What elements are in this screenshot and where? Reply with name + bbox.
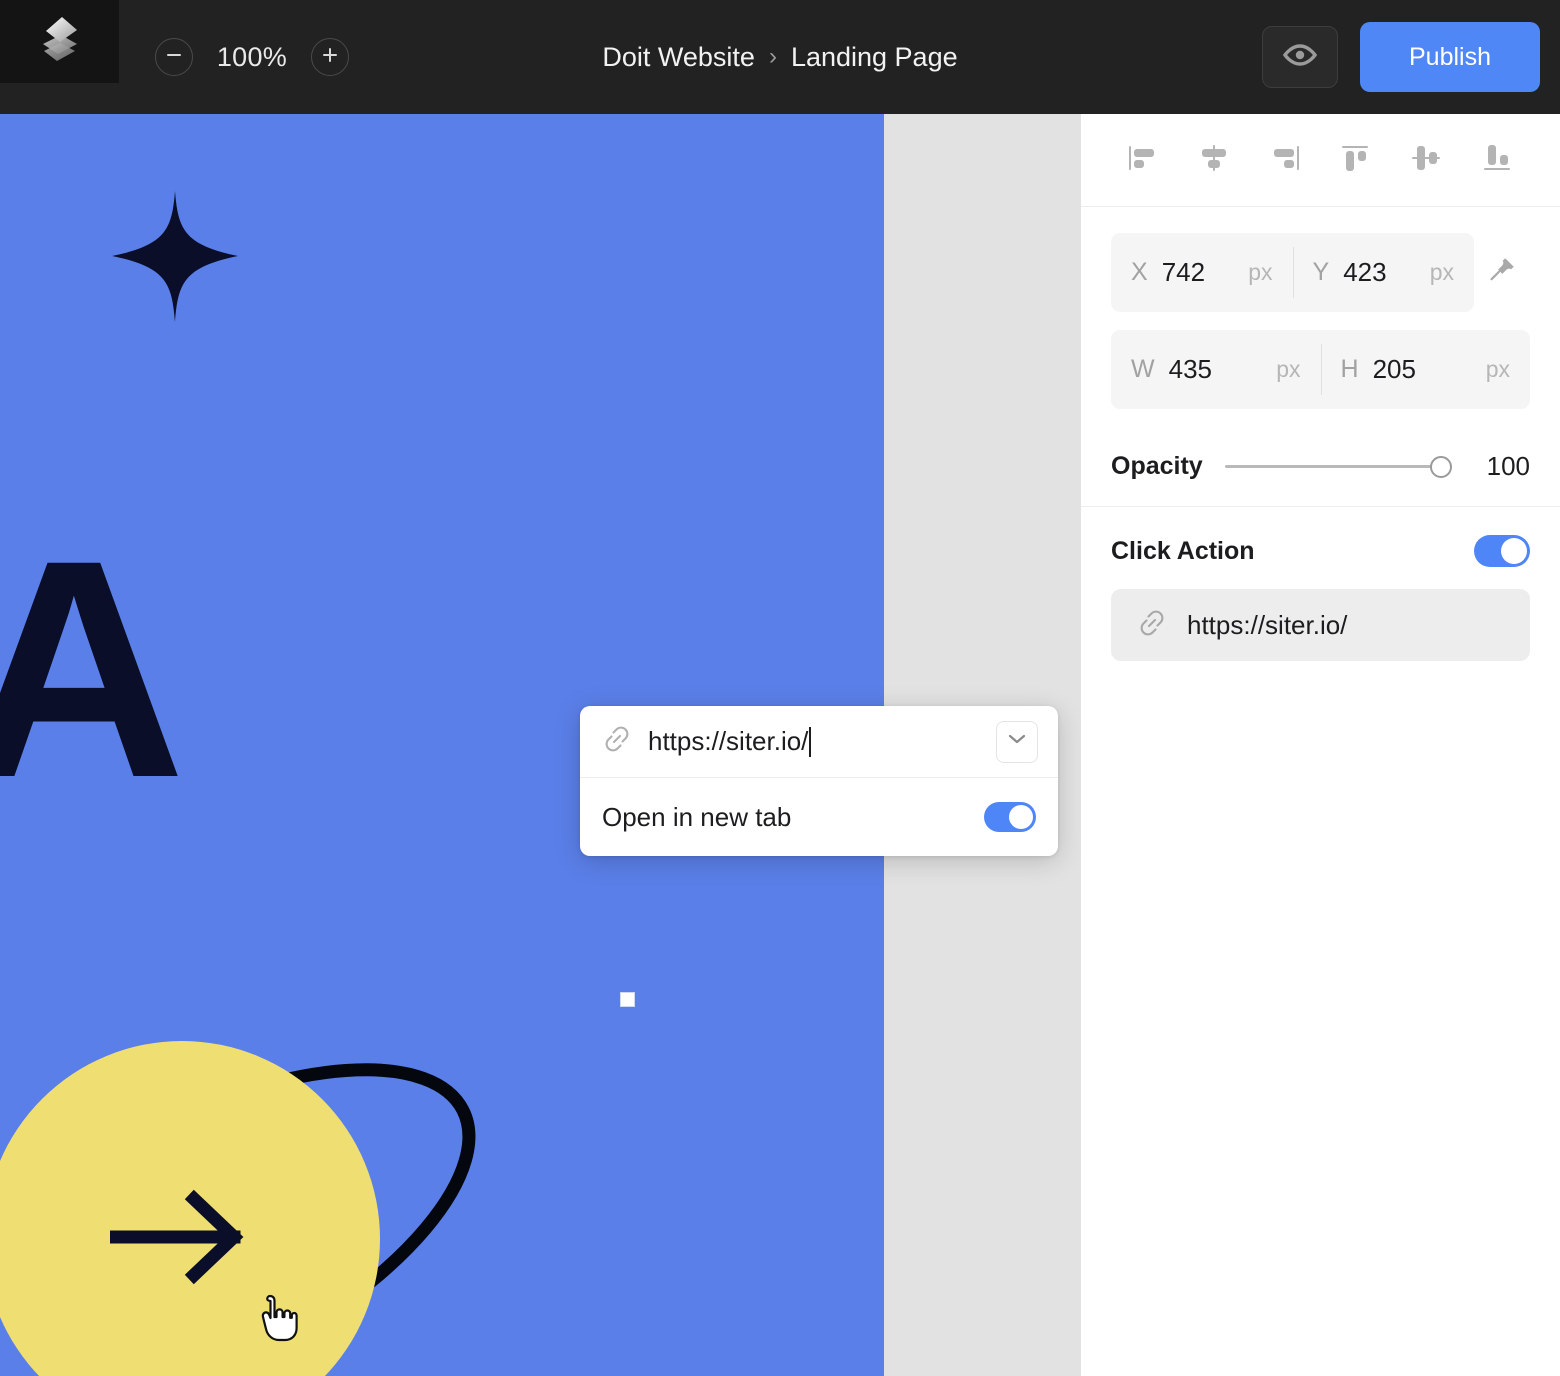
h-value: 205	[1372, 354, 1416, 384]
opacity-label: Opacity	[1111, 452, 1203, 480]
link-url-row: https://siter.io/	[580, 706, 1058, 778]
slider-thumb[interactable]	[1430, 455, 1452, 478]
click-action-section: Click Action https://siter.io/	[1081, 507, 1560, 661]
y-value: 423	[1343, 257, 1387, 287]
align-bottom-button[interactable]	[1463, 131, 1534, 189]
layers-stack-icon	[37, 13, 83, 70]
zoom-in-button[interactable]	[311, 38, 349, 76]
align-bottom-icon	[1481, 143, 1515, 178]
open-in-new-tab-toggle[interactable]	[984, 802, 1036, 832]
link-chain-icon	[602, 724, 632, 759]
opacity-slider[interactable]	[1224, 455, 1452, 478]
siter-editor-window: 100% Doit Website › Landing Page Publish…	[0, 0, 1560, 1376]
open-in-new-tab-row: Open in new tab	[580, 778, 1058, 856]
click-action-title: Click Action	[1111, 536, 1255, 565]
x-unit: px	[1248, 259, 1273, 285]
link-url-input[interactable]: https://siter.io/	[648, 726, 980, 757]
slider-track	[1224, 465, 1452, 468]
align-right-button[interactable]	[1249, 131, 1320, 189]
height-input[interactable]: H 205 px	[1320, 330, 1531, 409]
eye-icon	[1282, 43, 1318, 72]
pointing-hand-cursor-icon	[258, 1292, 298, 1349]
align-top-button[interactable]	[1321, 131, 1392, 189]
click-action-url-text: https://siter.io/	[1187, 609, 1348, 640]
x-label: X	[1131, 258, 1148, 286]
breadcrumb-page[interactable]: Landing Page	[791, 42, 958, 73]
properties-panel: X 742 px Y 423 px W 435 px H 205 px Opac…	[1081, 114, 1560, 1376]
x-value: 742	[1161, 257, 1206, 287]
topbar-actions: Publish	[1262, 0, 1540, 114]
geometry-fields: X 742 px Y 423 px W 435 px H 205 px	[1081, 207, 1560, 409]
h-unit: px	[1485, 356, 1510, 382]
preview-button[interactable]	[1262, 26, 1338, 88]
size-fields: W 435 px H 205 px	[1111, 330, 1530, 409]
align-right-icon	[1268, 143, 1302, 178]
artboard-letter-a[interactable]: A	[0, 514, 186, 824]
align-vertical-center-icon	[1410, 143, 1444, 178]
publish-button[interactable]: Publish	[1360, 22, 1540, 92]
y-label: Y	[1312, 258, 1330, 286]
open-in-new-tab-label: Open in new tab	[602, 801, 792, 832]
opacity-value[interactable]: 100	[1474, 451, 1530, 482]
breadcrumb-site[interactable]: Doit Website	[602, 42, 755, 73]
x-position-input[interactable]: X 742 px	[1111, 233, 1293, 312]
align-horizontal-center-button[interactable]	[1178, 131, 1249, 189]
link-chain-icon	[1137, 608, 1167, 643]
arrow-right-icon	[109, 1187, 250, 1292]
y-position-input[interactable]: Y 423 px	[1292, 233, 1475, 312]
align-left-button[interactable]	[1107, 131, 1178, 189]
w-value: 435	[1168, 354, 1212, 384]
click-action-toggle[interactable]	[1474, 535, 1530, 567]
breadcrumb-separator-icon: ›	[768, 43, 777, 70]
link-url-text: https://siter.io/	[648, 726, 809, 756]
opacity-row: Opacity 100	[1081, 427, 1560, 507]
link-editor-popup: https://siter.io/ Open in new tab	[580, 706, 1058, 856]
four-point-star-icon[interactable]	[110, 189, 240, 329]
toggle-knob	[1501, 538, 1527, 564]
align-vertical-center-button[interactable]	[1392, 131, 1463, 189]
text-caret	[809, 726, 812, 757]
y-unit: px	[1429, 259, 1454, 285]
selection-handle-icon[interactable]	[620, 992, 635, 1007]
app-logo-button[interactable]	[0, 0, 119, 83]
plus-icon	[321, 46, 339, 69]
toggle-knob	[1009, 805, 1033, 829]
w-label: W	[1131, 355, 1155, 383]
width-input[interactable]: W 435 px	[1111, 330, 1321, 409]
position-fields: X 742 px Y 423 px	[1111, 233, 1530, 312]
top-toolbar: 100% Doit Website › Landing Page Publish	[0, 0, 1560, 114]
click-action-url-field[interactable]: https://siter.io/	[1111, 589, 1530, 661]
minus-icon	[165, 46, 183, 69]
align-top-icon	[1339, 143, 1373, 178]
link-preset-dropdown-button[interactable]	[996, 720, 1038, 763]
alignment-toolbar	[1081, 114, 1560, 207]
w-unit: px	[1276, 356, 1301, 382]
zoom-out-button[interactable]	[155, 38, 193, 76]
click-action-header: Click Action	[1111, 535, 1530, 567]
zoom-level-value[interactable]: 100%	[210, 42, 294, 73]
h-label: H	[1340, 355, 1359, 383]
chevron-down-icon	[1007, 732, 1027, 751]
zoom-controls: 100%	[155, 0, 349, 114]
canvas-area[interactable]: A https://siter.io/ Open in new tab	[0, 114, 1081, 1376]
align-left-icon	[1126, 143, 1160, 178]
pushpin-icon	[1487, 255, 1517, 290]
pin-position-button[interactable]	[1474, 255, 1530, 290]
align-horizontal-center-icon	[1197, 143, 1231, 178]
